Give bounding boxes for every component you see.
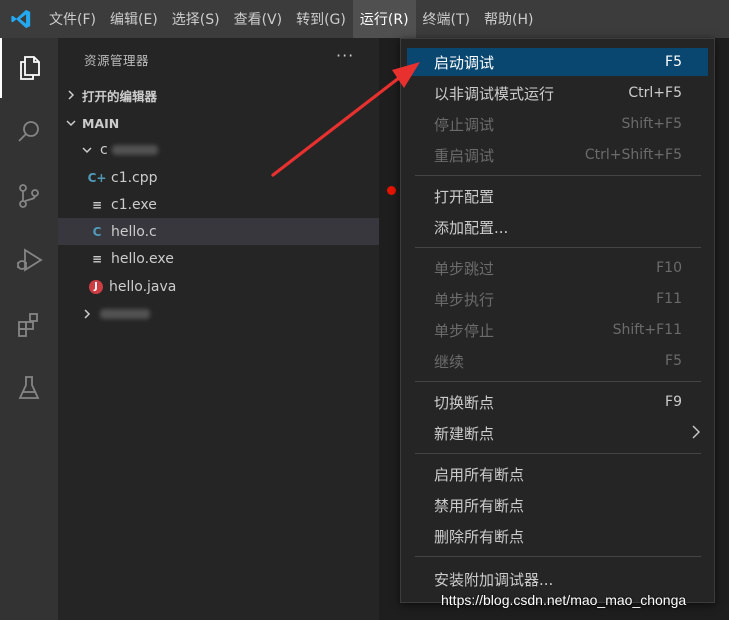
menu-item-disable-all-breakpoints[interactable]: 禁用所有断点 [407, 491, 708, 519]
menu-item-shortcut: Shift+F11 [612, 322, 682, 338]
java-file-icon: J [89, 279, 103, 294]
menu-item-label: 新建断点 [434, 424, 495, 443]
cpp-file-icon: C+ [87, 170, 107, 185]
menu-terminal[interactable]: 终端(T) [416, 0, 477, 38]
folder-name: c [100, 141, 108, 158]
menu-item-restart-debugging: 重启调试 Ctrl+Shift+F5 [407, 141, 708, 169]
breakpoint-dot[interactable] [387, 186, 396, 195]
menu-separator [415, 247, 701, 248]
menu-view[interactable]: 查看(V) [227, 0, 290, 38]
menu-item-stop-debugging: 停止调试 Shift+F5 [407, 110, 708, 138]
menu-item-start-debugging[interactable]: 启动调试 F5 [407, 48, 708, 76]
exe-file-icon: ≡ [91, 251, 103, 266]
file-hello-c[interactable]: C hello.c [58, 218, 379, 245]
file-name: c1.exe [111, 196, 157, 213]
menu-item-label: 单步执行 [434, 290, 495, 309]
menu-item-toggle-breakpoint[interactable]: 切换断点 F9 [407, 388, 708, 416]
menu-item-label: 打开配置 [434, 187, 495, 206]
file-c1-cpp[interactable]: C+ c1.cpp [58, 164, 379, 191]
menu-item-label: 重启调试 [434, 146, 495, 165]
chevron-right-icon [690, 425, 702, 443]
menu-item-shortcut: Ctrl+F5 [628, 85, 682, 101]
menu-item-shortcut: F9 [665, 394, 682, 410]
menu-item-label: 单步跳过 [434, 259, 495, 278]
workspace-label: MAIN [82, 115, 120, 131]
open-editors-section[interactable]: 打开的编辑器 [58, 82, 379, 108]
c-file-icon: C [92, 224, 102, 239]
menu-item-shortcut: F11 [656, 291, 682, 307]
menu-item-shortcut: Ctrl+Shift+F5 [584, 147, 682, 163]
file-name: c1.cpp [111, 169, 158, 186]
menu-selection[interactable]: 选择(S) [165, 0, 227, 38]
open-editors-label: 打开的编辑器 [82, 88, 158, 104]
menu-edit[interactable]: 编辑(E) [103, 0, 165, 38]
menu-item-shortcut: F10 [656, 260, 682, 276]
menu-separator [415, 556, 701, 557]
run-menu-dropdown: 启动调试 F5 以非调试模式运行 Ctrl+F5 停止调试 Shift+F5 重… [400, 38, 715, 603]
menu-item-shortcut: Shift+F5 [621, 116, 682, 132]
testing-flask-icon[interactable] [0, 358, 58, 418]
menu-separator [415, 453, 701, 454]
chevron-right-icon [82, 308, 92, 319]
menu-item-install-additional-debuggers[interactable]: 安装附加调试器... [407, 565, 708, 593]
menu-item-new-breakpoint[interactable]: 新建断点 [407, 419, 708, 447]
exe-file-icon: ≡ [91, 197, 103, 212]
file-name: hello.c [111, 223, 157, 240]
more-actions-icon[interactable]: ··· [336, 46, 354, 65]
activity-bar [0, 38, 58, 620]
menu-separator [415, 175, 701, 176]
redacted-folder-name [100, 308, 150, 319]
file-hello-exe[interactable]: ≡ hello.exe [58, 245, 379, 272]
menu-run[interactable]: 运行(R) [352, 0, 416, 38]
folder-collapsed[interactable] [58, 300, 379, 327]
file-name: hello.exe [111, 250, 174, 267]
menu-bar: 文件(F) 编辑(E) 选择(S) 查看(V) 转到(G) 运行(R) 终端(T… [42, 0, 540, 38]
search-icon[interactable] [0, 102, 58, 162]
title-bar: 文件(F) 编辑(E) 选择(S) 查看(V) 转到(G) 运行(R) 终端(T… [0, 0, 729, 38]
menu-item-run-without-debugging[interactable]: 以非调试模式运行 Ctrl+F5 [407, 79, 708, 107]
extensions-icon[interactable] [0, 294, 58, 354]
chevron-down-icon [64, 118, 78, 128]
menu-item-step-into: 单步执行 F11 [407, 285, 708, 313]
menu-item-label: 启动调试 [434, 53, 495, 72]
menu-item-add-configuration[interactable]: 添加配置... [407, 213, 708, 241]
menu-item-label: 禁用所有断点 [434, 496, 525, 515]
menu-item-shortcut: F5 [665, 54, 682, 70]
menu-item-enable-all-breakpoints[interactable]: 启用所有断点 [407, 460, 708, 488]
menu-item-step-over: 单步跳过 F10 [407, 254, 708, 282]
menu-item-remove-all-breakpoints[interactable]: 删除所有断点 [407, 522, 708, 550]
menu-item-open-configurations[interactable]: 打开配置 [407, 182, 708, 210]
folder-c[interactable]: c [58, 136, 379, 163]
menu-item-label: 删除所有断点 [434, 527, 525, 546]
menu-item-label: 启用所有断点 [434, 465, 525, 484]
file-c1-exe[interactable]: ≡ c1.exe [58, 191, 379, 218]
menu-help[interactable]: 帮助(H) [477, 0, 540, 38]
explorer-icon[interactable] [0, 38, 58, 98]
file-hello-java[interactable]: J hello.java [58, 273, 379, 300]
menu-item-continue: 继续 F5 [407, 347, 708, 375]
file-name: hello.java [109, 278, 177, 295]
workspace-section[interactable]: MAIN [58, 110, 379, 136]
menu-go[interactable]: 转到(G) [289, 0, 353, 38]
chevron-right-icon [64, 90, 78, 100]
menu-item-label: 安装附加调试器... [434, 570, 554, 589]
menu-item-shortcut: F5 [665, 353, 682, 369]
explorer-sidebar: 资源管理器 ··· 打开的编辑器 MAIN c C+ c1.cpp ≡ c1.e… [58, 38, 379, 620]
chevron-down-icon [82, 145, 92, 155]
vscode-logo-icon [0, 0, 42, 38]
redacted-folder-name [111, 144, 158, 155]
menu-separator [415, 381, 701, 382]
menu-item-label: 停止调试 [434, 115, 495, 134]
menu-item-label: 添加配置... [434, 218, 509, 237]
menu-item-step-out: 单步停止 Shift+F11 [407, 316, 708, 344]
menu-item-label: 切换断点 [434, 393, 495, 412]
source-control-icon[interactable] [0, 166, 58, 226]
menu-item-label: 以非调试模式运行 [434, 84, 555, 103]
menu-item-label: 单步停止 [434, 321, 495, 340]
run-debug-icon[interactable] [0, 230, 58, 290]
watermark-text: https://blog.csdn.net/mao_mao_chonga [441, 592, 687, 608]
menu-item-label: 继续 [434, 352, 465, 371]
sidebar-title: 资源管理器 [84, 53, 150, 68]
menu-file[interactable]: 文件(F) [42, 0, 103, 38]
